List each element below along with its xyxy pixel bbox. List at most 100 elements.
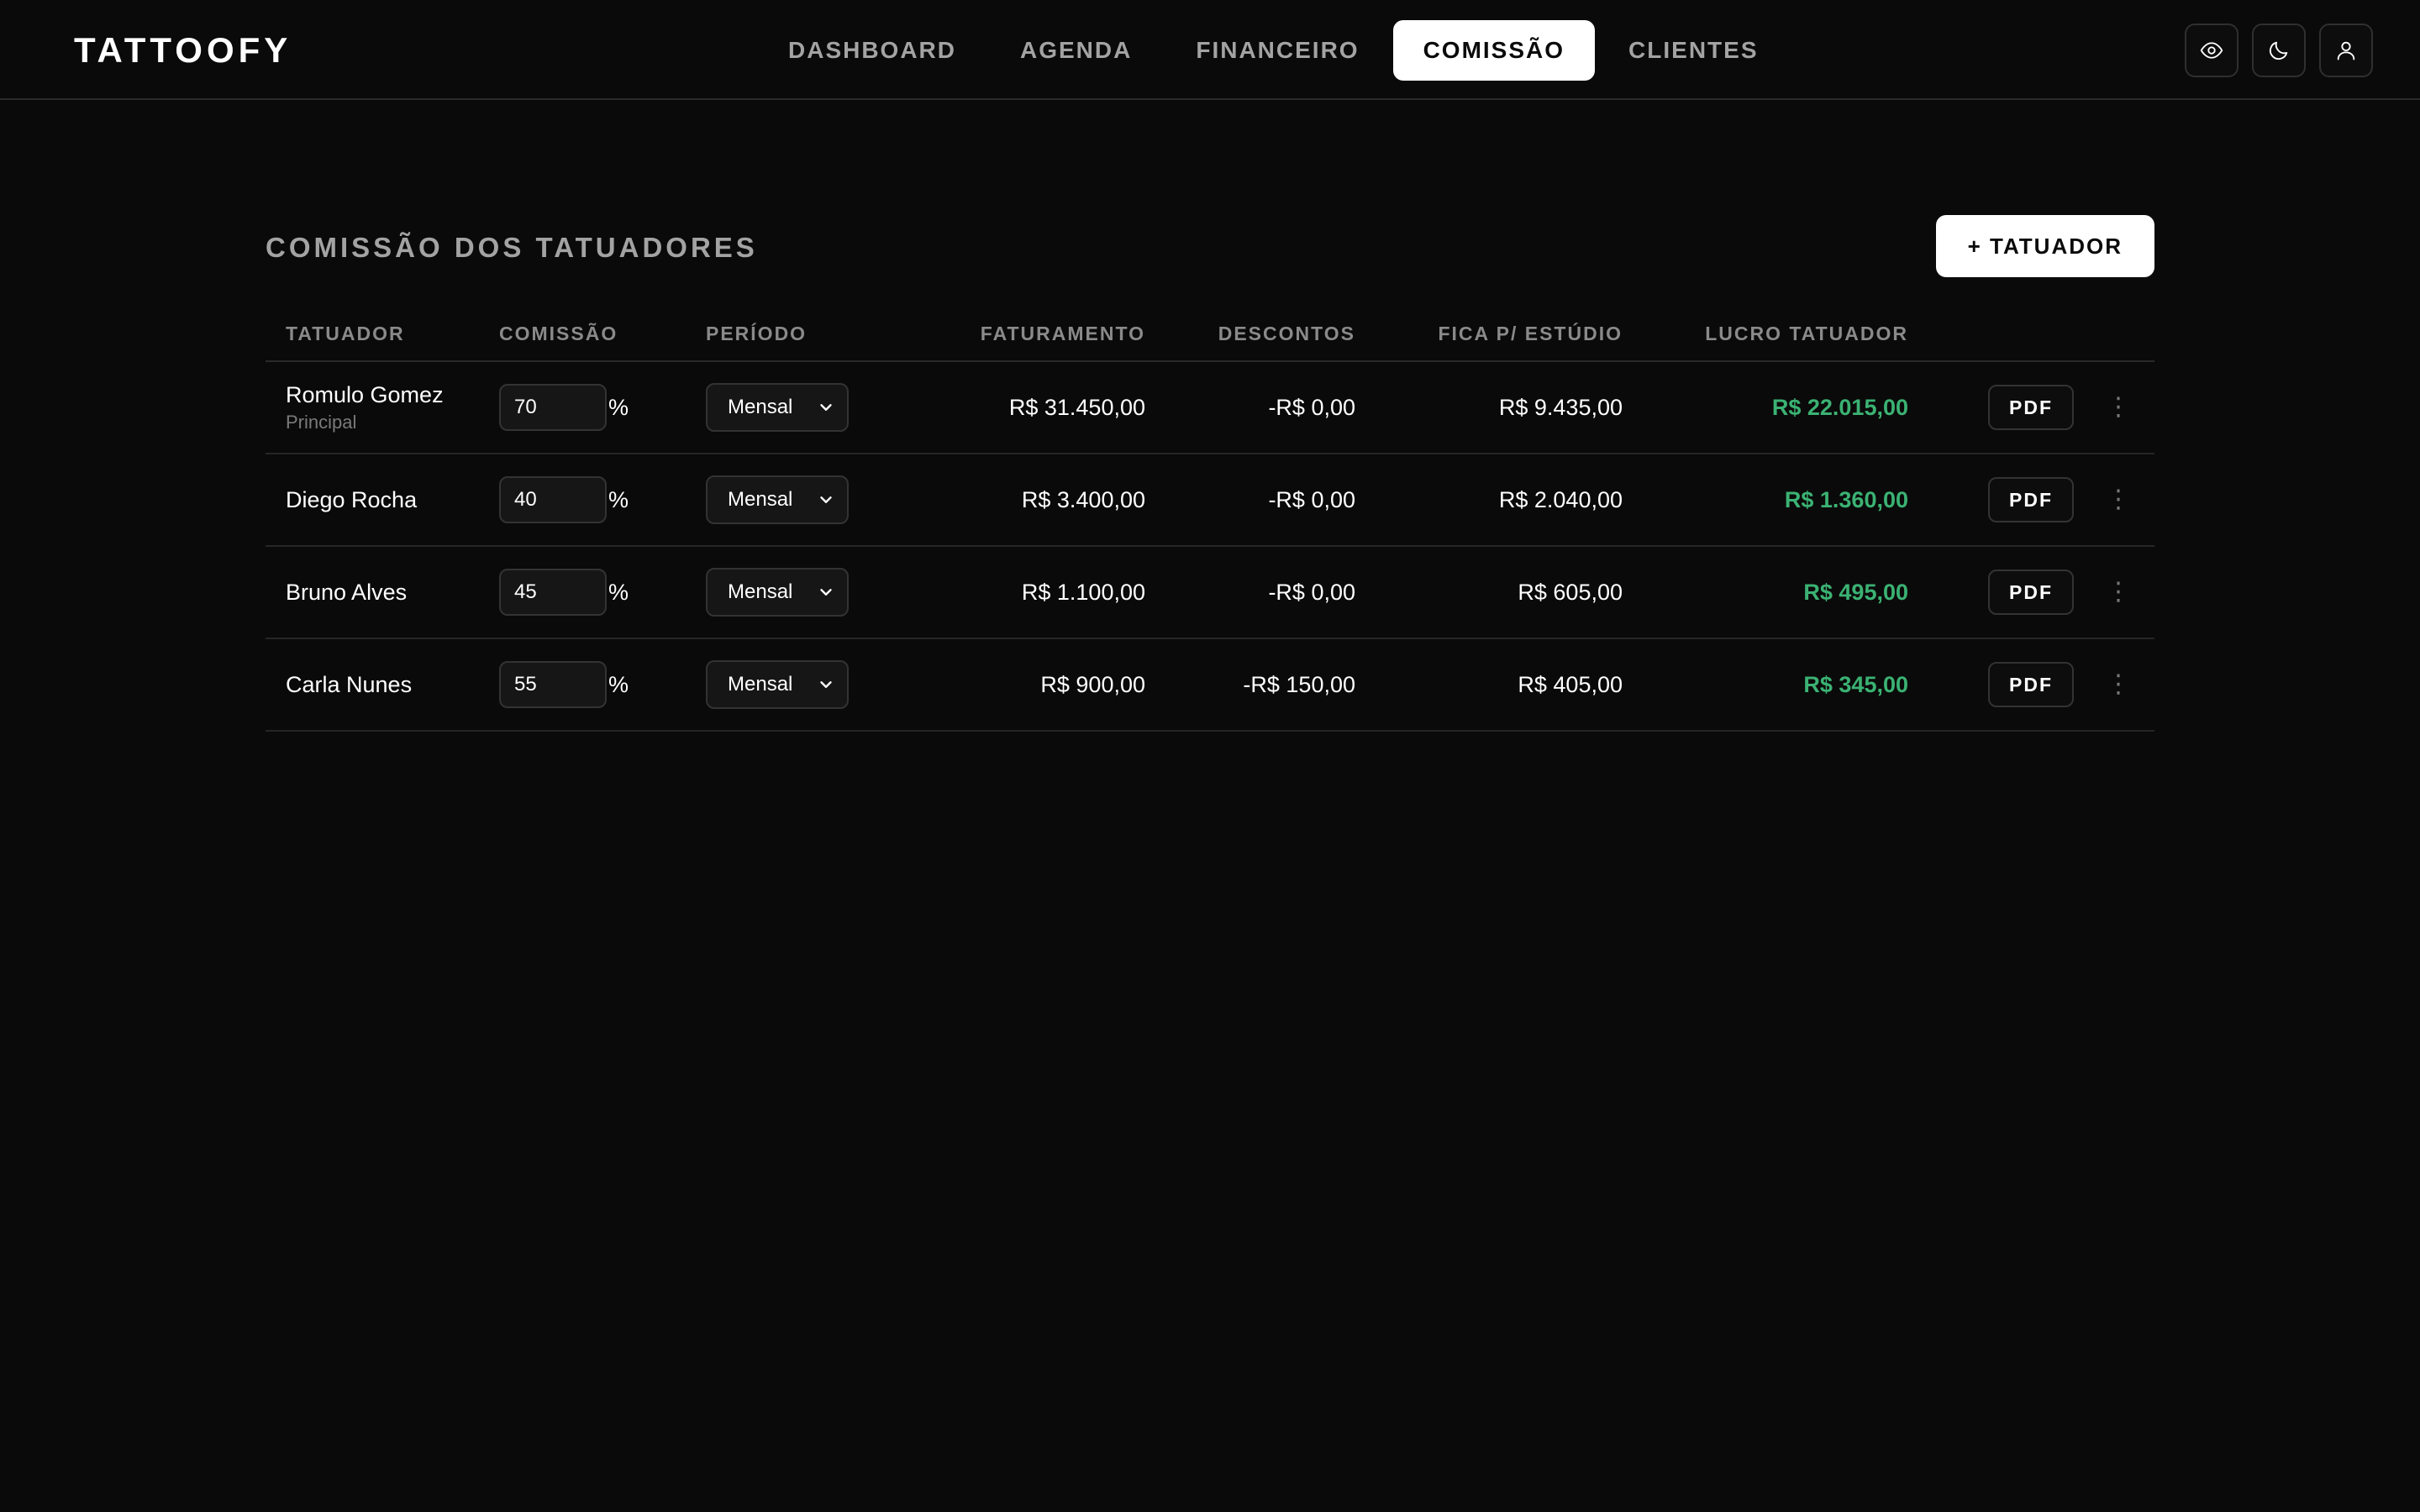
eye-icon bbox=[2200, 42, 2223, 59]
nav-item-comissao[interactable]: COMISSÃO bbox=[1392, 20, 1596, 81]
table-row: Bruno Alves % Mensal R$ 1.100,00 -R$ 0,0… bbox=[266, 546, 2154, 639]
percent-symbol: % bbox=[608, 486, 629, 512]
pdf-button[interactable]: PDF bbox=[1988, 477, 2074, 522]
top-bar: TATTOOFY DASHBOARD AGENDA FINANCEIRO COM… bbox=[0, 0, 2420, 100]
percent-symbol: % bbox=[608, 579, 629, 605]
commission-field-wrap: % bbox=[499, 384, 706, 431]
tattooist-name: Bruno Alves bbox=[286, 579, 408, 605]
period-cell: Mensal bbox=[706, 546, 899, 639]
main-nav: DASHBOARD AGENDA FINANCEIRO COMISSÃO CLI… bbox=[758, 20, 1792, 81]
period-select[interactable]: Mensal bbox=[706, 568, 849, 617]
add-tattooist-button[interactable]: + TATUADOR bbox=[1935, 215, 2154, 277]
column-header-pdf bbox=[1908, 307, 2074, 362]
chevron-down-icon bbox=[820, 404, 832, 411]
commission-input[interactable] bbox=[499, 384, 607, 431]
more-options-icon[interactable]: ⋮ bbox=[2106, 671, 2131, 697]
brand-logo[interactable]: TATTOOFY bbox=[74, 30, 292, 71]
period-selected-value: Mensal bbox=[728, 488, 793, 511]
tattooist-role: Principal bbox=[286, 411, 357, 433]
tattooist-name-cell: Diego Rocha bbox=[266, 454, 499, 547]
more-cell: ⋮ bbox=[2074, 638, 2154, 732]
nav-item-dashboard[interactable]: DASHBOARD bbox=[758, 20, 986, 81]
profile-button[interactable] bbox=[2319, 24, 2373, 77]
column-header-tatuador: TATUADOR bbox=[266, 307, 499, 362]
table-row: Diego Rocha % Mensal R$ 3.400,00 -R$ 0,0… bbox=[266, 454, 2154, 547]
nav-item-clientes[interactable]: CLIENTES bbox=[1598, 20, 1788, 81]
header-actions bbox=[2171, 24, 2373, 77]
period-select[interactable]: Mensal bbox=[706, 660, 849, 709]
percent-symbol: % bbox=[608, 394, 629, 420]
table-row: Carla Nunes % Mensal R$ 900,00 -R$ 150,0… bbox=[266, 638, 2154, 732]
nav-item-agenda[interactable]: AGENDA bbox=[990, 20, 1162, 81]
commission-cell: % bbox=[499, 546, 706, 639]
chevron-down-icon bbox=[820, 496, 832, 503]
pdf-cell: PDF bbox=[1908, 361, 2074, 454]
column-header-fica-estudio: FICA P/ ESTÚDIO bbox=[1355, 307, 1623, 362]
column-header-lucro-tatuador: LUCRO TATUADOR bbox=[1623, 307, 1908, 362]
commission-cell: % bbox=[499, 361, 706, 454]
period-selected-value: Mensal bbox=[728, 673, 793, 696]
commission-cell: % bbox=[499, 638, 706, 732]
more-cell: ⋮ bbox=[2074, 361, 2154, 454]
period-selected-value: Mensal bbox=[728, 396, 793, 418]
fica-estudio-value: R$ 605,00 bbox=[1355, 546, 1623, 639]
lucro-tatuador-value: R$ 345,00 bbox=[1623, 638, 1908, 732]
more-options-icon[interactable]: ⋮ bbox=[2106, 579, 2131, 605]
pdf-button[interactable]: PDF bbox=[1988, 570, 2074, 615]
fica-estudio-value: R$ 9.435,00 bbox=[1355, 361, 1623, 454]
theme-toggle-button[interactable] bbox=[2252, 24, 2306, 77]
pdf-cell: PDF bbox=[1908, 546, 2074, 639]
commission-input[interactable] bbox=[499, 661, 607, 708]
chevron-down-icon bbox=[820, 681, 832, 688]
more-options-icon[interactable]: ⋮ bbox=[2106, 486, 2131, 512]
commission-field-wrap: % bbox=[499, 661, 706, 708]
chevron-down-icon bbox=[820, 589, 832, 596]
faturamento-value: R$ 900,00 bbox=[899, 638, 1145, 732]
tattooist-name-cell: Bruno Alves bbox=[266, 546, 499, 639]
column-header-faturamento: FATURAMENTO bbox=[899, 307, 1145, 362]
pdf-cell: PDF bbox=[1908, 638, 2074, 732]
period-cell: Mensal bbox=[706, 361, 899, 454]
faturamento-value: R$ 1.100,00 bbox=[899, 546, 1145, 639]
visibility-toggle-button[interactable] bbox=[2185, 24, 2238, 77]
moon-icon bbox=[2269, 41, 2288, 60]
table-header-row: TATUADOR COMISSÃO PERÍODO FATURAMENTO DE… bbox=[266, 307, 2154, 362]
nav-item-financeiro[interactable]: FINANCEIRO bbox=[1165, 20, 1389, 81]
commission-cell: % bbox=[499, 454, 706, 547]
pdf-cell: PDF bbox=[1908, 454, 2074, 547]
descontos-value: -R$ 0,00 bbox=[1145, 361, 1355, 454]
period-cell: Mensal bbox=[706, 454, 899, 547]
faturamento-value: R$ 31.450,00 bbox=[899, 361, 1145, 454]
lucro-tatuador-value: R$ 22.015,00 bbox=[1623, 361, 1908, 454]
more-cell: ⋮ bbox=[2074, 454, 2154, 547]
tattooist-name: Diego Rocha bbox=[286, 486, 418, 512]
faturamento-value: R$ 3.400,00 bbox=[899, 454, 1145, 547]
fica-estudio-value: R$ 2.040,00 bbox=[1355, 454, 1623, 547]
descontos-value: -R$ 0,00 bbox=[1145, 454, 1355, 547]
table-row: Romulo Gomez Principal % Mensal R$ 31.45… bbox=[266, 361, 2154, 454]
column-header-comissao: COMISSÃO bbox=[499, 307, 706, 362]
percent-symbol: % bbox=[608, 671, 629, 697]
column-header-more bbox=[2074, 307, 2154, 362]
fica-estudio-value: R$ 405,00 bbox=[1355, 638, 1623, 732]
column-header-periodo: PERÍODO bbox=[706, 307, 899, 362]
tattooist-name-cell: Romulo Gomez Principal bbox=[266, 361, 499, 454]
commission-input[interactable] bbox=[499, 476, 607, 523]
user-icon bbox=[2337, 41, 2355, 60]
commission-field-wrap: % bbox=[499, 569, 706, 616]
more-cell: ⋮ bbox=[2074, 546, 2154, 639]
commission-field-wrap: % bbox=[499, 476, 706, 523]
commission-input[interactable] bbox=[499, 569, 607, 616]
pdf-button[interactable]: PDF bbox=[1988, 385, 2074, 430]
tattooist-name-cell: Carla Nunes bbox=[266, 638, 499, 732]
period-select[interactable]: Mensal bbox=[706, 383, 849, 432]
page-title: COMISSÃO DOS TATUADORES bbox=[266, 232, 758, 263]
period-selected-value: Mensal bbox=[728, 580, 793, 603]
period-cell: Mensal bbox=[706, 638, 899, 732]
period-select[interactable]: Mensal bbox=[706, 475, 849, 524]
tattooist-name: Romulo Gomez bbox=[286, 381, 444, 407]
lucro-tatuador-value: R$ 495,00 bbox=[1623, 546, 1908, 639]
column-header-descontos: DESCONTOS bbox=[1145, 307, 1355, 362]
more-options-icon[interactable]: ⋮ bbox=[2106, 394, 2131, 420]
pdf-button[interactable]: PDF bbox=[1988, 662, 2074, 707]
